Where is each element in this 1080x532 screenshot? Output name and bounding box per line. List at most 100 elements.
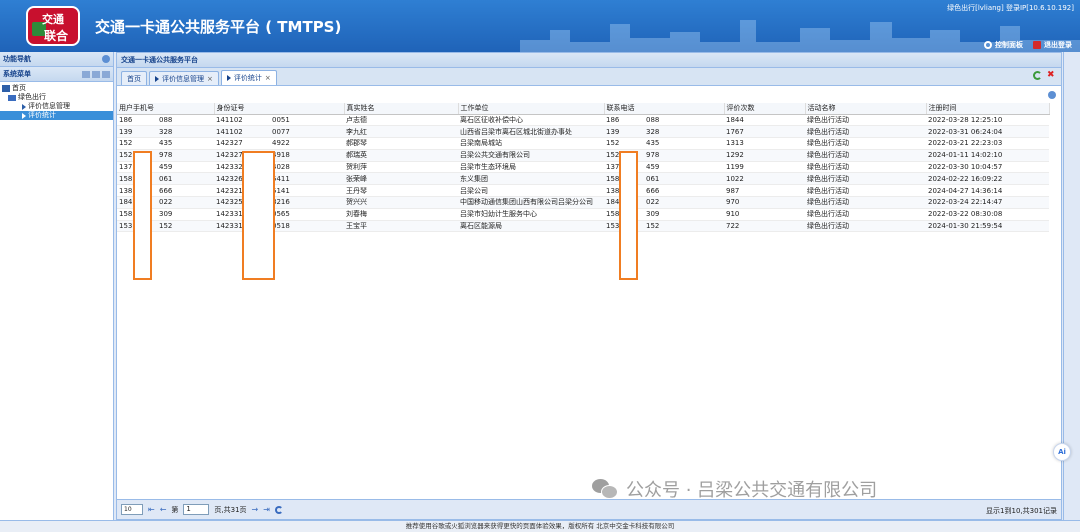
company-cell-text: 东义集团 [460,174,488,183]
activity-cell-text: 绿色出行活动 [807,151,849,160]
first-page-icon[interactable]: ⇤ [148,505,155,514]
logout-link[interactable]: 退出登录 [1033,40,1072,50]
table-row[interactable]: 186 088 141102 0051 卢志德 离石区征收补偿中心 186 088 1844 绿色… [117,114,1049,127]
time-cell: 2022-03-28 12:25:10 [926,114,1049,127]
time-cell: 2022-03-21 22:23:03 [926,137,1049,150]
company-cell: 吕梁市生态环境局 [458,161,604,174]
activity-cell-text: 绿色出行活动 [807,210,849,219]
grid-collapse-icon[interactable] [1048,91,1056,99]
menu-panel-title: 系统菜单 [3,70,31,78]
prev-page-icon[interactable]: ← [160,505,167,514]
company-cell-text: 吕梁公司 [460,186,488,195]
tree-item-evaluation-statistics[interactable]: 评价统计 [0,111,113,120]
gear-icon [984,41,992,49]
phone-cell: 153 152 [117,220,214,233]
count-cell: 1292 [724,149,805,162]
id-cell: 142321 5141 [214,184,344,198]
page-size-select[interactable]: 10 [121,504,143,515]
phone-cell-suffix: 309 [159,210,173,219]
tree-item-evaluation-management[interactable]: 评价信息管理 [0,102,113,111]
phone-cell-text: 139 [119,127,133,136]
col-header[interactable]: 活动名称 [805,103,927,115]
id-cell: 142327 4922 [214,137,344,150]
nav-panel-header: 功能导航 [0,52,113,67]
time-cell-text: 2022-03-31 06:24:04 [928,127,1003,136]
record-summary: 显示1到10,共301记录 [986,507,1057,515]
company-cell: 吕梁公司 [458,184,604,198]
count-cell-text: 987 [726,186,740,195]
page-number-input[interactable]: 1 [183,504,210,515]
delete-icon[interactable]: ✖ [1047,71,1056,80]
close-icon[interactable]: × [265,74,271,82]
count-cell-text: 1292 [726,151,744,160]
arrow-right-icon [155,75,159,82]
contact-cell: 186 088 [604,114,724,127]
phone-cell-suffix: 459 [159,163,173,172]
contact-cell-suffix: 328 [646,127,660,136]
tab-home[interactable]: 首页 [121,71,147,85]
id-cell: 142331 0518 [214,220,344,233]
activity-cell-text: 绿色出行活动 [807,139,849,148]
tab-evaluation-statistics[interactable]: 评价统计 × [220,70,277,85]
phone-cell-suffix: 061 [159,174,173,183]
contact-cell-text: 186 [606,115,620,124]
tree-item-home[interactable]: 首页 [0,84,113,93]
table-row[interactable]: 152 435 142327 4922 郝郡琴 吕梁南局城站 152 435 1313 绿色出行活… [117,137,1049,150]
time-cell: 2022-03-31 06:24:04 [926,125,1049,139]
col-header[interactable]: 身份证号 [214,103,345,115]
phone-cell-suffix: 088 [159,115,173,124]
arrow-right-icon [22,103,26,110]
menu-panel-header: 系统菜单 [0,67,113,82]
collapse-icon[interactable] [102,55,110,63]
refresh-tree-icon[interactable] [102,70,110,78]
id-cell: 141102 0051 [214,114,344,127]
company-cell-text: 离石区征收补偿中心 [460,115,523,124]
phone-cell: 158 309 [117,208,214,221]
tree-item-label: 评价信息管理 [28,102,70,110]
company-cell: 离石区能源局 [458,220,604,233]
contact-cell-suffix: 978 [646,151,660,160]
name-cell-text: 王丹琴 [346,186,367,195]
page-label: 第 [171,505,179,514]
next-page-icon[interactable]: → [252,505,259,514]
app-logo: 交通 联合 [26,6,80,46]
main-panel: 交通一卡通公共服务平台 首页 评价信息管理 × 评价统计 × ✖ 用户手机号 身… [116,52,1062,520]
ai-assistant-button[interactable]: Ai [1053,443,1071,461]
top-header: 交通 联合 交通一卡通公共服务平台 ( TMTPS) 绿色出行[lvliang]… [0,0,1080,52]
tab-evaluation-management[interactable]: 评价信息管理 × [149,71,219,85]
company-cell-text: 中国移动通信集团山西有限公司吕梁分公司 [460,198,593,207]
time-cell-text: 2022-03-28 12:25:10 [928,115,1003,124]
count-cell-text: 910 [726,210,740,219]
logout-label: 退出登录 [1044,41,1072,49]
col-header[interactable]: 联系电话 [604,103,725,115]
activity-cell: 绿色出行活动 [805,161,926,174]
col-header[interactable]: 真实姓名 [344,103,459,115]
expand-all-icon[interactable] [82,70,90,78]
control-panel-link[interactable]: 控制面板 [984,40,1023,50]
data-grid: 用户手机号 身份证号 真实姓名 工作单位 联系电话 评价次数 活动名称 注册时间… [117,87,1061,499]
id-cell: 142332 4028 [214,161,344,174]
count-cell: 910 [724,208,805,221]
menu-tree: 首页 绿色出行 评价信息管理 评价统计 [0,82,113,122]
activity-cell-text: 绿色出行活动 [807,174,849,183]
table-row[interactable]: 139 328 141102 0077 李九红 山西省吕梁市离石区城北街道办事处 139 32… [117,125,1049,139]
id-cell: 142331 0565 [214,208,344,221]
refresh-icon[interactable] [274,505,283,514]
user-info: 绿色出行[lvliang] 登录IP[10.6.10.192] [947,4,1074,12]
col-header[interactable]: 用户手机号 [117,103,215,115]
refresh-icon[interactable] [1033,71,1042,80]
col-header[interactable]: 注册时间 [926,103,1050,115]
company-cell: 吕梁市妇幼计生服务中心 [458,208,604,221]
tree-item-green-travel[interactable]: 绿色出行 [0,93,113,102]
col-header[interactable]: 评价次数 [724,103,806,115]
tree-item-label: 评价统计 [28,111,56,119]
pagination-bar: 10 ⇤ ← 第 1 页,共31页 → ⇥ 显示1到10,共301记录 [117,499,1061,519]
last-page-icon[interactable]: ⇥ [263,505,270,514]
name-cell: 贺兴兴 [344,196,458,209]
collapse-all-icon[interactable] [92,70,100,78]
close-icon[interactable]: × [207,75,213,83]
arrow-right-icon [22,112,26,119]
col-header[interactable]: 工作单位 [458,103,605,115]
id-cell: 142326 5411 [214,172,344,186]
name-cell-text: 张荣峰 [346,174,367,183]
